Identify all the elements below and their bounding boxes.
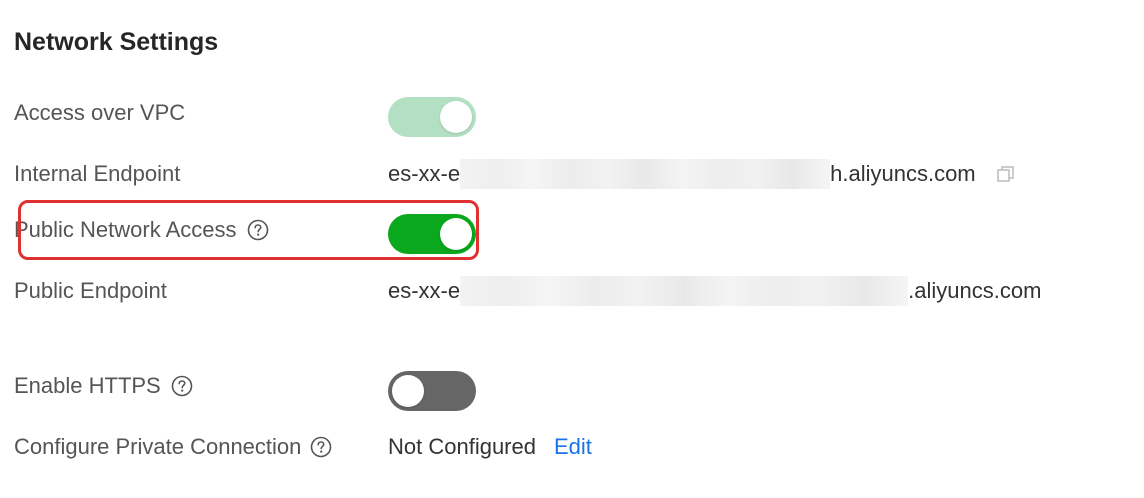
private-connection-label: Configure Private Connection: [14, 432, 332, 462]
vpc-toggle-knob: [440, 101, 472, 133]
internal-endpoint-value: es-xx-e h.aliyuncs.com: [388, 159, 1016, 189]
internal-endpoint-suffix: h.aliyuncs.com: [830, 161, 976, 186]
public-endpoint-label-text: Public Endpoint: [14, 278, 167, 303]
public-endpoint-prefix: es-xx-e: [388, 278, 461, 303]
page-title: Network Settings: [14, 28, 219, 56]
internal-endpoint-redaction: [460, 159, 831, 189]
private-connection-status: Not Configured: [388, 434, 536, 459]
https-toggle-knob: [392, 375, 424, 407]
private-connection-label-text: Configure Private Connection: [14, 434, 302, 459]
public-endpoint-value: es-xx-e .aliyuncs.com: [388, 276, 1041, 306]
https-label: Enable HTTPS: [14, 371, 193, 401]
help-circle-icon[interactable]: [171, 375, 193, 397]
public-endpoint-suffix: .aliyuncs.com: [908, 278, 1042, 303]
internal-endpoint-label-text: Internal Endpoint: [14, 161, 181, 186]
vpc-toggle[interactable]: [388, 97, 476, 137]
internal-endpoint-label: Internal Endpoint: [14, 159, 180, 189]
vpc-label-text: Access over VPC: [14, 100, 186, 125]
internal-endpoint-prefix: es-xx-e: [388, 161, 461, 186]
vpc-label: Access over VPC: [14, 98, 185, 128]
private-connection-value: Not Configured Edit: [388, 432, 592, 462]
public-endpoint-redaction: [460, 276, 909, 306]
copy-icon[interactable]: [996, 164, 1016, 184]
https-label-text: Enable HTTPS: [14, 373, 161, 398]
public-endpoint-label: Public Endpoint: [14, 276, 167, 306]
highlight-box: [18, 200, 479, 260]
help-circle-icon[interactable]: [310, 436, 332, 458]
https-toggle[interactable]: [388, 371, 476, 411]
edit-link[interactable]: Edit: [554, 432, 592, 462]
